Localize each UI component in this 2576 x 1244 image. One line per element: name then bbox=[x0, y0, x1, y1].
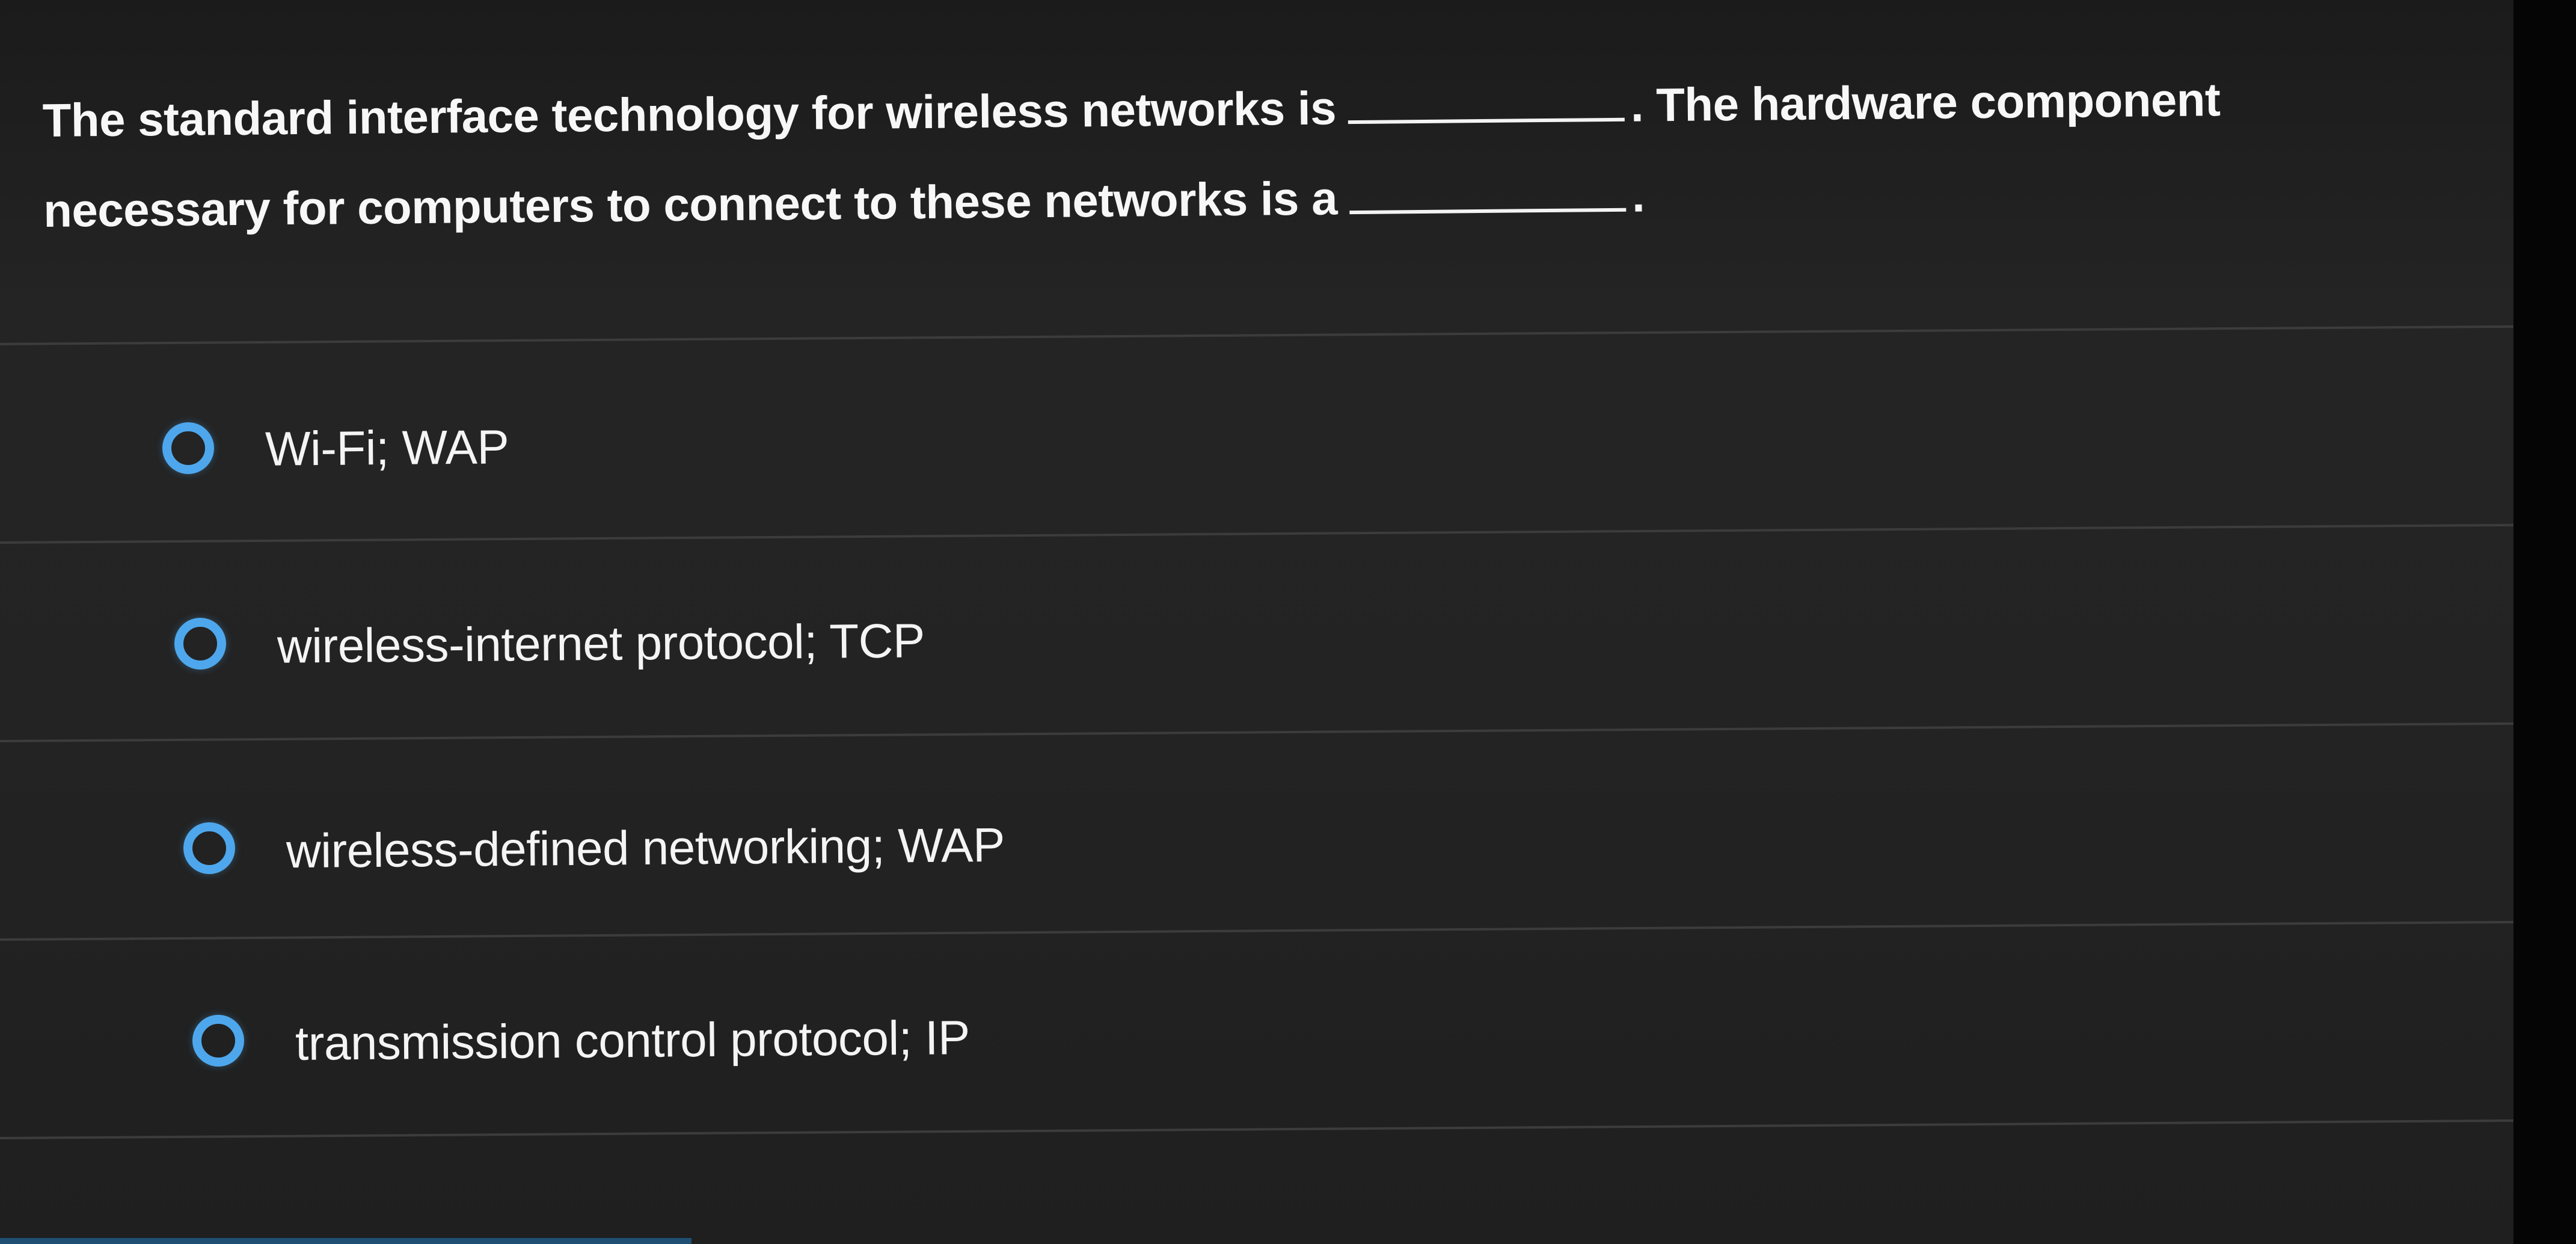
radio-unselected-icon[interactable] bbox=[174, 618, 226, 670]
answer-option-1[interactable]: Wi-Fi; WAP bbox=[162, 406, 509, 490]
answer-option-3[interactable]: wireless-defined networking; WAP bbox=[183, 806, 1005, 890]
question-segment: . The hardware component bbox=[1630, 73, 2221, 132]
radio-unselected-icon[interactable] bbox=[183, 822, 235, 874]
answer-blank-1 bbox=[1348, 93, 1625, 125]
quiz-screen: The standard interface technology for wi… bbox=[0, 0, 2513, 1244]
radio-unselected-icon[interactable] bbox=[162, 422, 214, 474]
answer-option-label: wireless-defined networking; WAP bbox=[286, 818, 1005, 878]
question-text: The standard interface technology for wi… bbox=[42, 49, 2419, 253]
question-segment: The standard interface technology for wi… bbox=[42, 81, 1337, 147]
divider bbox=[0, 523, 2513, 544]
bottom-accent-bar bbox=[0, 1238, 692, 1244]
answer-option-label: Wi-Fi; WAP bbox=[265, 420, 509, 476]
divider bbox=[0, 1119, 2513, 1139]
question-segment: necessary for computers to connect to th… bbox=[43, 171, 1338, 237]
divider bbox=[0, 722, 2513, 742]
divider bbox=[0, 920, 2513, 941]
answer-option-label: transmission control protocol; IP bbox=[295, 1011, 971, 1070]
answer-blank-2 bbox=[1349, 183, 1627, 215]
answer-option-2[interactable]: wireless-internet protocol; TCP bbox=[174, 602, 925, 686]
answer-option-label: wireless-internet protocol; TCP bbox=[277, 614, 925, 673]
answer-option-4[interactable]: transmission control protocol; IP bbox=[192, 999, 970, 1083]
divider bbox=[0, 325, 2513, 345]
question-segment: . bbox=[1631, 168, 1645, 222]
screen-bezel bbox=[2513, 0, 2576, 1244]
radio-unselected-icon[interactable] bbox=[192, 1015, 244, 1067]
